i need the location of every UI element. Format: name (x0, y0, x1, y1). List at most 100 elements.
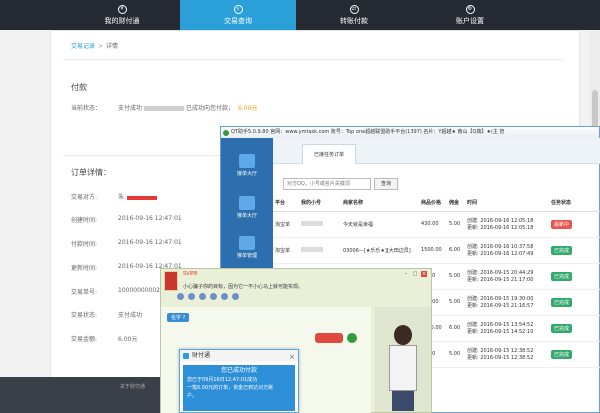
tab-label: 我的财付通 (104, 16, 140, 25)
table-row[interactable]: 淘宝单 今天就是幸福 430.00 5.00 创建: 2016-09-16 12… (273, 211, 600, 238)
cell-time: 创建: 2016-09-15 19:30:00 更新: 2016-09-15 21… (465, 289, 549, 316)
status-badge[interactable]: 已完成 (551, 297, 573, 307)
tab-transfer[interactable]: ⇄ 转账付款 (296, 0, 412, 30)
more-icon[interactable] (232, 293, 239, 300)
divider (63, 59, 563, 60)
field-key: 付款时间: (71, 241, 98, 248)
payment-title: 付款 (71, 83, 87, 92)
avatar[interactable] (164, 271, 178, 291)
status-badge[interactable]: 已完成 (551, 245, 573, 255)
cell-commission: 6.00 (447, 237, 465, 264)
voice-call-icon[interactable] (177, 293, 184, 300)
status-key: 当前状态： (71, 105, 102, 112)
cell-commission: 5.00 (447, 263, 465, 290)
tenpay-icon (183, 353, 189, 359)
footer-link[interactable]: 关于财付通 (120, 383, 145, 390)
cell-commission: 5.00 (447, 341, 465, 368)
time-updated: 更新: 2016-09-16 12:05:18 (467, 225, 534, 231)
cell-time: 创建: 2016-09-15 20:44:29 更新: 2016-09-15 21… (465, 263, 549, 290)
table-row[interactable]: 淘宝单 03006—[★乐乐★][大田边员] 1500.00 6.00 创建: … (273, 237, 600, 264)
status-badge[interactable]: 已完成 (551, 323, 573, 333)
time-updated: 更新: 2016-09-15 21:17:00 (467, 277, 534, 283)
redacted-account (301, 246, 323, 252)
sidebar-item-orders[interactable]: 接单大厅 (227, 194, 267, 224)
status-badge[interactable]: 已完成 (551, 349, 573, 359)
col-commission: 佣金 (447, 195, 465, 212)
time-updated: 更新: 2016-09-15 21:16:57 (467, 303, 534, 309)
order-field: 创建时间: 2016-09-16 12:47:01 (71, 215, 182, 224)
breadcrumb-current: 详情 (106, 43, 119, 50)
tab-account-settings[interactable]: ⚙ 账户设置 (412, 0, 528, 30)
field-value: 支付成功 (118, 312, 143, 319)
time-updated: 更新: 2016-09-16 12:07:49 (467, 251, 534, 257)
share-screen-icon[interactable] (199, 293, 206, 300)
close-icon[interactable]: × (289, 351, 295, 363)
field-value: 2016-09-16 12:47:01 (118, 239, 182, 246)
cell-time: 创建: 2016-09-15 12:38:52 更新: 2016-09-15 12… (465, 341, 549, 368)
transfer-icon: ⇄ (349, 4, 359, 14)
portrait-body (389, 345, 417, 391)
notice-title: 财付通 (192, 352, 211, 359)
tab-my-tenpay[interactable]: ¥ 我的财付通 (64, 0, 180, 30)
red-packet-button[interactable] (315, 333, 343, 343)
home-icon (239, 154, 255, 168)
time-updated: 更新: 2016-09-15 12:38:52 (467, 355, 534, 361)
video-call-icon[interactable] (188, 293, 195, 300)
sidebar-item-manage[interactable]: 接单管理 (227, 234, 267, 264)
field-key: 创建时间: (71, 217, 98, 224)
qt-title-bar: QT助手5.0.9.80 官网：www.ymtask.com 账号：Top on… (221, 127, 599, 138)
table-header: 平台 我的小号 商家名称 商品价格 佣金 时间 任务状态 (273, 195, 600, 212)
cell-time: 创建: 2016-09-15 13:54:52 更新: 2016-09-15 14… (465, 315, 549, 342)
clipboard-icon (239, 236, 255, 250)
col-status: 任务状态 (549, 195, 600, 212)
order-field: 交易金额: 6.00元 (71, 334, 137, 343)
green-action-icon[interactable] (347, 333, 357, 343)
tab-accepted-orders[interactable]: 已接任务订单 (302, 144, 356, 164)
col-price: 商品价格 (419, 195, 447, 212)
cell-status: 已完成 (549, 237, 600, 264)
cell-merchant: 03006—[★乐乐★][大田边员] (341, 237, 419, 264)
status-badge[interactable]: 已完成 (551, 271, 573, 281)
status-value: 支付成功 已成功向您付款， 6.00元 (118, 103, 257, 112)
cell-account (299, 211, 341, 238)
search-input[interactable] (283, 178, 371, 190)
notice-line: 您已于09月16日12:47:01成功 (187, 377, 258, 383)
search-icon: ⌕ (233, 4, 243, 14)
cell-status: 最新中 (549, 211, 600, 238)
cell-commission: 5.00 (447, 211, 465, 238)
cell-merchant: 今天就是幸福 (341, 211, 419, 238)
time-updated: 更新: 2016-09-15 14:52:10 (467, 329, 534, 335)
field-key: 交易单号: (71, 289, 98, 296)
chat-toolbar (177, 293, 387, 303)
breadcrumb-root[interactable]: 交易记录 (71, 43, 95, 50)
order-field: 交易状态: 支付成功 (71, 310, 142, 319)
sidebar-item-hall[interactable]: 接单大厅 (227, 152, 267, 182)
field-value: 6.00元 (118, 336, 138, 343)
cell-platform: 淘宝单 (273, 211, 299, 238)
time-created: 创建: 2016-09-15 20:44:29 (467, 270, 534, 276)
minimize-icon[interactable]: – (403, 271, 409, 277)
status-prefix: 支付成功 (118, 105, 143, 112)
notice-header: 财付通 × (180, 350, 298, 362)
app-icon[interactable] (221, 293, 228, 300)
field-key: 交易对方: (71, 194, 98, 201)
tab-label: 转账付款 (340, 16, 368, 25)
col-time: 时间 (465, 195, 549, 212)
breadcrumb: 交易记录 > 详情 (71, 41, 118, 50)
field-value: 朱 (118, 192, 158, 201)
notice-line: 一笔6.00元的订单，资金已到达对方账 (187, 385, 274, 391)
redacted-name (127, 195, 158, 200)
file-icon[interactable] (210, 293, 217, 300)
scrollbar-thumb[interactable] (592, 90, 598, 130)
close-icon[interactable]: × (421, 271, 427, 277)
notice-body[interactable]: 您已成功付款 您已于09月16日12:47:01成功 一笔6.00元的订单，资金… (183, 365, 295, 411)
field-key: 交易状态: (71, 312, 98, 319)
maximize-icon[interactable]: □ (412, 271, 418, 277)
search-button[interactable]: 查询 (374, 178, 398, 190)
status-badge[interactable]: 最新中 (551, 219, 573, 229)
chat-header: SVIP8 – □ × (161, 269, 431, 291)
order-field: 付款时间: 2016-09-16 12:47:01 (71, 239, 182, 248)
time-created: 创建: 2016-09-15 19:30:00 (467, 296, 534, 302)
tab-transaction-query[interactable]: ⌕ 交易查询 (180, 0, 296, 30)
chat-signature: 小心骗子你的目标，因为它一不小心马上就可能实现。 (183, 284, 304, 290)
